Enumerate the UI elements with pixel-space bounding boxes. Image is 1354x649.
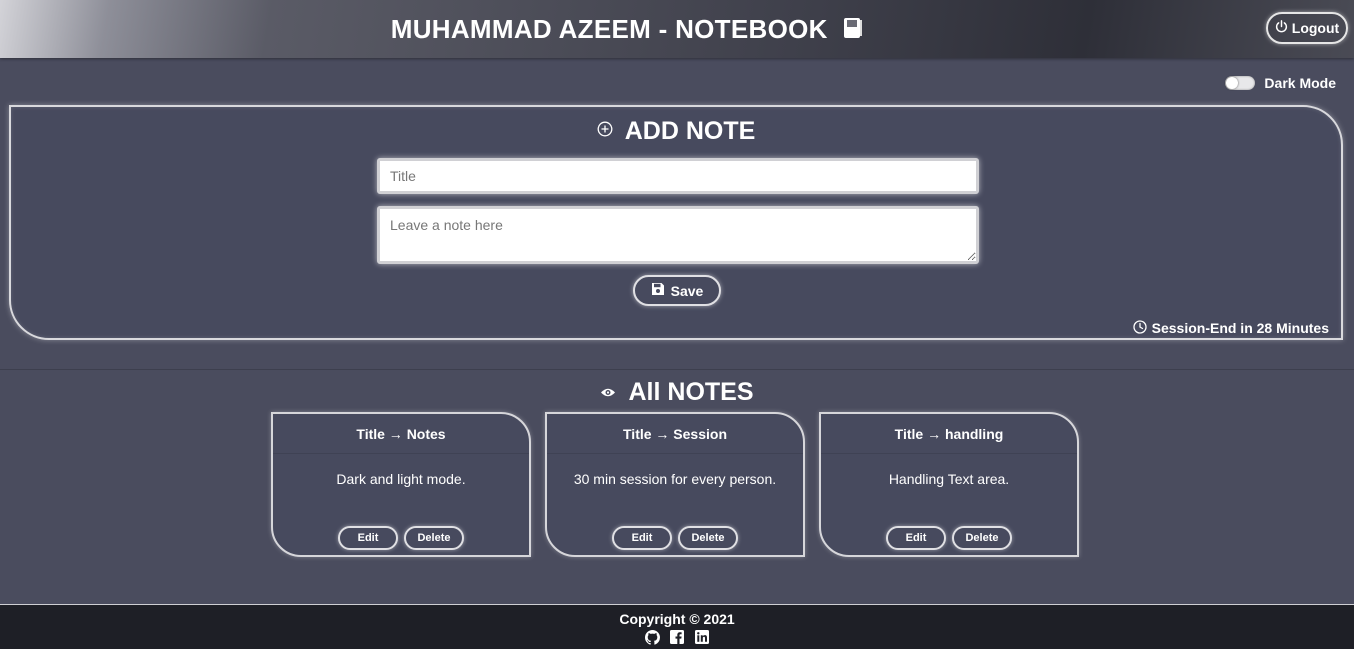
note-body: 30 min session for every person. <box>573 471 777 487</box>
note-card: Title → handling Handling Text area. Edi… <box>819 412 1079 557</box>
section-divider <box>0 369 1354 370</box>
facebook-icon[interactable] <box>669 630 685 645</box>
page-title: MUHAMMAD AZEEM - NOTEBOOK <box>0 14 1254 46</box>
note-body: Handling Text area. <box>888 471 1010 487</box>
toggle-knob <box>1226 77 1239 89</box>
delete-button[interactable]: Delete <box>678 526 738 550</box>
title-input[interactable] <box>377 158 979 194</box>
dark-mode-toggle[interactable] <box>1225 76 1256 90</box>
floppy-disk-icon <box>651 282 665 299</box>
book-icon <box>843 15 863 46</box>
header: MUHAMMAD AZEEM - NOTEBOOK Logout <box>0 0 1354 58</box>
note-title: Title → Notes <box>273 414 529 454</box>
all-notes-heading-text: All NOTES <box>628 378 754 406</box>
session-timer-text: Session-End in 28 Minutes <box>1151 320 1329 336</box>
dark-mode-control: Dark Mode <box>1225 74 1336 92</box>
dark-mode-label: Dark Mode <box>1264 75 1336 91</box>
linkedin-icon[interactable] <box>694 630 710 645</box>
note-title: Title → Session <box>547 414 803 454</box>
save-button[interactable]: Save <box>633 275 721 306</box>
note-body: Dark and light mode. <box>336 471 466 487</box>
add-note-heading-text: ADD NOTE <box>624 117 756 145</box>
logout-button[interactable]: Logout <box>1266 12 1348 44</box>
page-title-text: MUHAMMAD AZEEM - NOTEBOOK <box>390 14 828 44</box>
note-textarea[interactable] <box>377 206 979 264</box>
note-actions: Edit Delete <box>273 526 529 550</box>
all-notes-heading: All NOTES <box>0 376 1354 407</box>
edit-button[interactable]: Edit <box>338 526 398 550</box>
save-label: Save <box>670 282 704 299</box>
add-note-panel: ADD NOTE Save Session-End in 28 Minutes <box>9 105 1343 340</box>
delete-button[interactable]: Delete <box>952 526 1012 550</box>
copyright-text: Copyright © 2021 <box>619 611 735 627</box>
github-icon[interactable] <box>644 630 660 645</box>
delete-button[interactable]: Delete <box>404 526 464 550</box>
note-actions: Edit Delete <box>547 526 803 550</box>
clock-icon <box>1132 319 1147 337</box>
edit-button[interactable]: Edit <box>612 526 672 550</box>
logout-label: Logout <box>1291 20 1340 36</box>
plus-circle-icon <box>597 115 613 144</box>
note-actions: Edit Delete <box>821 526 1077 550</box>
power-icon <box>1275 20 1288 36</box>
social-links <box>0 630 1354 645</box>
eye-icon <box>600 376 616 405</box>
note-card: Title → Notes Dark and light mode. Edit … <box>271 412 531 557</box>
note-card: Title → Session 30 min session for every… <box>545 412 805 557</box>
session-timer: Session-End in 28 Minutes <box>1132 318 1329 338</box>
add-note-heading: ADD NOTE <box>11 115 1341 146</box>
note-title: Title → handling <box>821 414 1077 454</box>
footer: Copyright © 2021 <box>0 604 1354 649</box>
edit-button[interactable]: Edit <box>886 526 946 550</box>
notes-list: Title → Notes Dark and light mode. Edit … <box>271 412 1079 557</box>
